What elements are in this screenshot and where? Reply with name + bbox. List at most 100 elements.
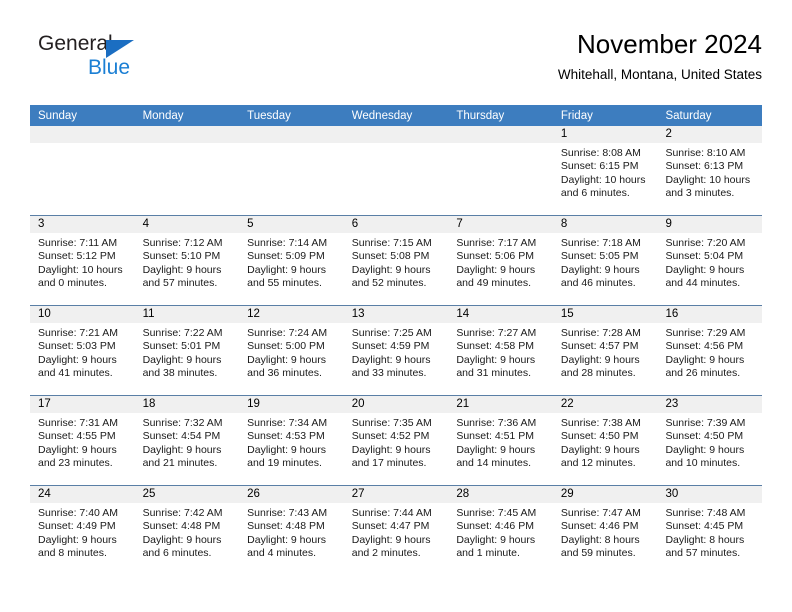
sunrise-line: Sunrise: 7:14 AM	[247, 237, 328, 249]
day-cell[interactable]	[343, 126, 449, 215]
day-details: Sunrise: 7:11 AM Sunset: 5:12 PM Dayligh…	[30, 233, 135, 290]
day-cell[interactable]: 11 Sunrise: 7:22 AM Sunset: 5:01 PM Dayl…	[134, 306, 240, 395]
day-cell[interactable]: 27 Sunrise: 7:44 AM Sunset: 4:47 PM Dayl…	[343, 486, 449, 575]
daylight-line-2: and 14 minutes.	[456, 456, 532, 469]
day-number: 17	[30, 396, 135, 413]
sunset-line: Sunset: 4:47 PM	[351, 520, 430, 533]
daylight-line-1: Daylight: 8 hours	[560, 533, 640, 546]
day-cell[interactable]: 19 Sunrise: 7:34 AM Sunset: 4:53 PM Dayl…	[239, 396, 344, 485]
daylight-line-1: Daylight: 9 hours	[456, 443, 536, 456]
daylight-line-1: Daylight: 10 hours	[665, 173, 751, 186]
sunrise-line: Sunrise: 7:34 AM	[247, 417, 328, 429]
sunrise-line: Sunrise: 7:27 AM	[456, 327, 537, 339]
day-details: Sunrise: 8:10 AM Sunset: 6:13 PM Dayligh…	[657, 143, 762, 200]
day-cell[interactable]: 7 Sunrise: 7:17 AM Sunset: 5:06 PM Dayli…	[448, 216, 553, 305]
sunset-line: Sunset: 5:01 PM	[142, 340, 221, 353]
day-cell[interactable]: 21 Sunrise: 7:36 AM Sunset: 4:51 PM Dayl…	[448, 396, 553, 485]
day-number: 7	[448, 216, 553, 233]
weekday-header-saturday: Saturday	[665, 110, 712, 122]
day-details: Sunrise: 7:43 AM Sunset: 4:48 PM Dayligh…	[239, 503, 344, 560]
daylight-line-2: and 31 minutes.	[456, 366, 532, 379]
day-cell[interactable]: 18 Sunrise: 7:32 AM Sunset: 4:54 PM Dayl…	[134, 396, 240, 485]
day-number: 25	[134, 486, 240, 503]
sunset-line: Sunset: 5:03 PM	[38, 340, 116, 353]
daylight-line-2: and 8 minutes.	[38, 546, 107, 559]
week-row: 1 Sunrise: 8:08 AM Sunset: 6:15 PM Dayli…	[30, 126, 763, 215]
day-details: Sunrise: 7:38 AM Sunset: 4:50 PM Dayligh…	[553, 413, 658, 470]
day-number: 28	[448, 486, 553, 503]
day-cell[interactable]: 8 Sunrise: 7:18 AM Sunset: 5:05 PM Dayli…	[552, 216, 658, 305]
day-cell[interactable]	[30, 126, 135, 215]
day-details: Sunrise: 7:31 AM Sunset: 4:55 PM Dayligh…	[30, 413, 135, 470]
sunset-line: Sunset: 4:58 PM	[456, 340, 534, 353]
day-cell[interactable]: 23 Sunrise: 7:39 AM Sunset: 4:50 PM Dayl…	[657, 396, 763, 485]
day-cell[interactable]: 12 Sunrise: 7:24 AM Sunset: 5:00 PM Dayl…	[239, 306, 344, 395]
day-details: Sunrise: 7:27 AM Sunset: 4:58 PM Dayligh…	[448, 323, 553, 380]
day-details: Sunrise: 7:20 AM Sunset: 5:04 PM Dayligh…	[657, 233, 762, 290]
day-number: 13	[343, 306, 449, 323]
page-header: General Blue November 2024 Whitehall, Mo…	[30, 28, 762, 92]
weekday-header-monday: Monday	[142, 110, 184, 122]
sunrise-line: Sunrise: 7:29 AM	[665, 327, 746, 339]
day-number: 23	[657, 396, 763, 413]
weekday-header-tuesday: Tuesday	[247, 110, 291, 122]
daylight-line-1: Daylight: 9 hours	[456, 533, 536, 546]
day-number: 20	[343, 396, 449, 413]
day-cell[interactable]: 9 Sunrise: 7:20 AM Sunset: 5:04 PM Dayli…	[657, 216, 763, 305]
day-cell[interactable]	[134, 126, 240, 215]
day-cell[interactable]: 20 Sunrise: 7:35 AM Sunset: 4:52 PM Dayl…	[343, 396, 449, 485]
daylight-line-1: Daylight: 9 hours	[142, 533, 222, 546]
day-cell[interactable]: 4 Sunrise: 7:12 AM Sunset: 5:10 PM Dayli…	[134, 216, 240, 305]
day-cell[interactable]: 3 Sunrise: 7:11 AM Sunset: 5:12 PM Dayli…	[30, 216, 135, 305]
sunrise-line: Sunrise: 7:22 AM	[142, 327, 223, 339]
day-details: Sunrise: 7:24 AM Sunset: 5:00 PM Dayligh…	[239, 323, 344, 380]
sunset-line: Sunset: 4:53 PM	[247, 430, 325, 443]
daylight-line-2: and 49 minutes.	[456, 276, 532, 289]
day-number: 21	[448, 396, 553, 413]
day-details	[239, 143, 344, 147]
day-details: Sunrise: 7:44 AM Sunset: 4:47 PM Dayligh…	[344, 503, 449, 560]
sunrise-line: Sunrise: 7:32 AM	[142, 417, 223, 429]
daylight-line-2: and 57 minutes.	[142, 276, 218, 289]
day-cell[interactable]: 25 Sunrise: 7:42 AM Sunset: 4:48 PM Dayl…	[134, 486, 240, 575]
daylight-line-1: Daylight: 9 hours	[560, 443, 640, 456]
day-number	[30, 126, 135, 143]
day-cell[interactable]: 22 Sunrise: 7:38 AM Sunset: 4:50 PM Dayl…	[552, 396, 658, 485]
day-cell[interactable]: 16 Sunrise: 7:29 AM Sunset: 4:56 PM Dayl…	[657, 306, 763, 395]
daylight-line-1: Daylight: 9 hours	[560, 353, 640, 366]
generalblue-logo[interactable]: General Blue	[30, 32, 230, 88]
day-cell[interactable]: 14 Sunrise: 7:27 AM Sunset: 4:58 PM Dayl…	[448, 306, 553, 395]
day-cell[interactable]	[448, 126, 553, 215]
daylight-line-1: Daylight: 9 hours	[351, 533, 431, 546]
day-details: Sunrise: 7:32 AM Sunset: 4:54 PM Dayligh…	[135, 413, 240, 470]
sunrise-line: Sunrise: 7:20 AM	[665, 237, 746, 249]
sunrise-line: Sunrise: 7:11 AM	[38, 237, 118, 249]
day-cell[interactable]: 24 Sunrise: 7:40 AM Sunset: 4:49 PM Dayl…	[30, 486, 135, 575]
day-cell[interactable]	[239, 126, 344, 215]
day-details: Sunrise: 7:36 AM Sunset: 4:51 PM Dayligh…	[448, 413, 553, 470]
daylight-line-1: Daylight: 9 hours	[665, 353, 745, 366]
day-number: 15	[552, 306, 658, 323]
daylight-line-1: Daylight: 9 hours	[38, 533, 117, 546]
day-details: Sunrise: 7:12 AM Sunset: 5:10 PM Dayligh…	[135, 233, 240, 290]
day-number: 9	[657, 216, 763, 233]
day-cell[interactable]: 2 Sunrise: 8:10 AM Sunset: 6:13 PM Dayli…	[657, 126, 763, 215]
day-cell[interactable]: 29 Sunrise: 7:47 AM Sunset: 4:46 PM Dayl…	[552, 486, 658, 575]
day-details: Sunrise: 7:17 AM Sunset: 5:06 PM Dayligh…	[448, 233, 553, 290]
day-number: 30	[657, 486, 763, 503]
day-cell[interactable]: 28 Sunrise: 7:45 AM Sunset: 4:46 PM Dayl…	[448, 486, 553, 575]
sunrise-line: Sunrise: 7:35 AM	[351, 417, 432, 429]
week-row: 24 Sunrise: 7:40 AM Sunset: 4:49 PM Dayl…	[30, 485, 763, 575]
calendar-grid: Sunday Monday Tuesday Wednesday Thursday…	[30, 105, 763, 575]
day-cell[interactable]: 10 Sunrise: 7:21 AM Sunset: 5:03 PM Dayl…	[30, 306, 135, 395]
day-cell[interactable]: 30 Sunrise: 7:48 AM Sunset: 4:45 PM Dayl…	[657, 486, 763, 575]
daylight-line-1: Daylight: 9 hours	[351, 263, 431, 276]
daylight-line-1: Daylight: 9 hours	[38, 353, 117, 366]
day-cell[interactable]: 15 Sunrise: 7:28 AM Sunset: 4:57 PM Dayl…	[552, 306, 658, 395]
day-cell[interactable]: 26 Sunrise: 7:43 AM Sunset: 4:48 PM Dayl…	[239, 486, 344, 575]
day-cell[interactable]: 6 Sunrise: 7:15 AM Sunset: 5:08 PM Dayli…	[343, 216, 449, 305]
day-cell[interactable]: 13 Sunrise: 7:25 AM Sunset: 4:59 PM Dayl…	[343, 306, 449, 395]
day-cell[interactable]: 5 Sunrise: 7:14 AM Sunset: 5:09 PM Dayli…	[239, 216, 344, 305]
day-cell[interactable]: 17 Sunrise: 7:31 AM Sunset: 4:55 PM Dayl…	[30, 396, 135, 485]
day-cell[interactable]: 1 Sunrise: 8:08 AM Sunset: 6:15 PM Dayli…	[552, 126, 658, 215]
